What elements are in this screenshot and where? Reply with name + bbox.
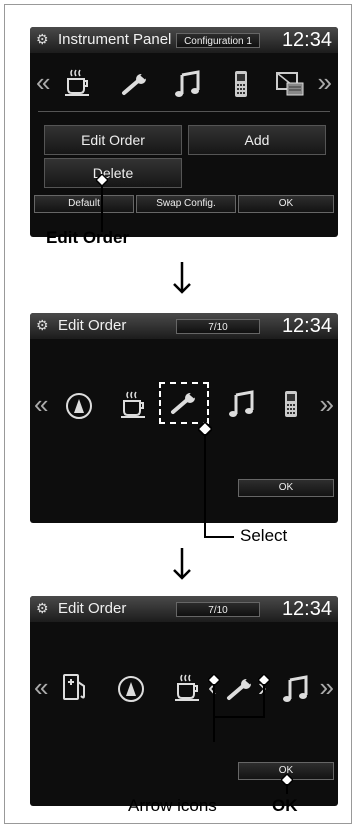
scroll-left-arrow-icon[interactable]: « [36, 69, 50, 95]
scroll-left-arrow-icon[interactable]: « [34, 674, 48, 700]
down-arrow-icon [173, 548, 191, 580]
gauge-icon[interactable] [64, 391, 94, 421]
add-button[interactable]: Add [188, 125, 326, 155]
gauge-icon[interactable] [116, 674, 146, 704]
clock: 12:34 [281, 598, 332, 620]
edit-order-button[interactable]: Edit Order [44, 125, 182, 155]
ok-callout: OK [272, 796, 298, 815]
callout-line [213, 716, 265, 718]
instrument-panel-screen: ⚙ Instrument Panel Configuration 1 12:34… [30, 27, 338, 237]
scroll-right-arrow-icon[interactable]: » [320, 674, 334, 700]
callout-dot-icon [96, 174, 108, 186]
swap-config-button[interactable]: Swap Config. [136, 195, 236, 213]
scroll-left-arrow-icon[interactable]: « [34, 391, 48, 417]
wrench-icon[interactable] [120, 69, 150, 99]
ok-button[interactable]: OK [238, 479, 334, 497]
phone-icon[interactable] [226, 69, 256, 99]
settings-gear-icon: ⚙ [36, 317, 49, 333]
wrench-icon[interactable] [225, 674, 255, 704]
clock: 12:34 [281, 29, 332, 51]
coffee-icon[interactable] [172, 672, 202, 702]
callout-line [204, 434, 206, 538]
screen-title: Edit Order [58, 600, 127, 617]
callout-line [213, 684, 215, 742]
separator [38, 111, 330, 112]
ok-button[interactable]: OK [238, 195, 334, 213]
settings-gear-icon: ⚙ [36, 31, 49, 47]
arrow-icons-callout: Arrow icons [128, 796, 217, 815]
select-callout: Select [240, 526, 288, 545]
edit-order-screen: ⚙ Edit Order 7/10 12:34 « » OK [30, 313, 338, 523]
screen-title: Edit Order [58, 317, 127, 334]
phone-icon[interactable] [276, 389, 306, 419]
coffee-icon[interactable] [118, 389, 148, 419]
music-icon[interactable] [172, 69, 202, 99]
scroll-right-arrow-icon[interactable]: » [318, 69, 332, 95]
screen-title: Instrument Panel [58, 31, 172, 48]
settings-gear-icon: ⚙ [36, 600, 49, 616]
edit-order-callout: Edit Order [46, 228, 130, 247]
page-counter: 7/10 [176, 319, 260, 334]
callout-line [101, 180, 103, 232]
music-icon[interactable] [226, 389, 256, 419]
title-bar: ⚙ Instrument Panel Configuration 1 12:34 [30, 27, 338, 53]
clock: 12:34 [281, 315, 332, 337]
callout-line [204, 536, 234, 538]
down-arrow-icon [173, 262, 191, 294]
title-bar: ⚙ Edit Order 7/10 12:34 [30, 313, 338, 339]
configuration-badge: Configuration 1 [176, 33, 260, 48]
delete-button[interactable]: Delete [44, 158, 182, 188]
callout-line [263, 684, 265, 718]
page-counter: 7/10 [176, 602, 260, 617]
default-button[interactable]: Default [34, 195, 134, 213]
coffee-icon[interactable] [62, 67, 92, 97]
scroll-right-arrow-icon[interactable]: » [320, 391, 334, 417]
wrench-icon[interactable] [169, 388, 199, 418]
title-bar: ⚙ Edit Order 7/10 12:34 [30, 596, 338, 622]
callout-line [286, 784, 288, 794]
music-icon[interactable] [280, 674, 310, 704]
fuel-icon[interactable] [60, 672, 90, 702]
map-message-icon[interactable] [275, 69, 305, 99]
